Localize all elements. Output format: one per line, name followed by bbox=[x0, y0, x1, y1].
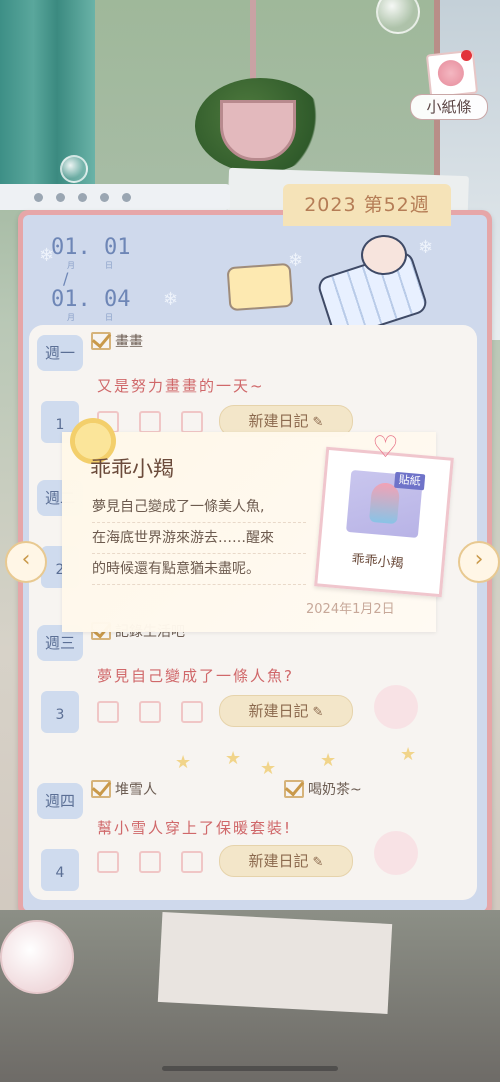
empty-box[interactable] bbox=[97, 851, 119, 873]
mood-boxes bbox=[97, 701, 203, 723]
popup-body-line: 夢見自己變成了一條美人魚, bbox=[92, 492, 306, 523]
sticker-card[interactable]: 貼紙 乖乖小羯 bbox=[314, 446, 454, 598]
next-page-button[interactable]: › bbox=[458, 541, 500, 583]
empty-box[interactable] bbox=[139, 411, 161, 433]
day-label: 週一 bbox=[37, 335, 83, 371]
pink-circle-decoration bbox=[374, 685, 418, 729]
notification-dot bbox=[461, 50, 472, 61]
heart-icon: ♡ bbox=[372, 430, 399, 465]
note-button[interactable]: 小紙條 bbox=[410, 48, 488, 122]
empty-box[interactable] bbox=[181, 851, 203, 873]
star-icon: ★ bbox=[400, 744, 417, 765]
new-diary-button[interactable]: 新建日記 ✎ bbox=[219, 695, 353, 727]
date-separator: / bbox=[63, 269, 69, 288]
chevron-right-icon: › bbox=[474, 547, 484, 572]
ring-binder-strip bbox=[0, 184, 230, 210]
task-label: 畫畫 bbox=[115, 334, 143, 350]
day-label: 週四 bbox=[37, 783, 83, 819]
ring-hole bbox=[34, 193, 43, 202]
star-string-decoration: ★ ★ ★ ★ ★ bbox=[40, 744, 440, 784]
popup-body-line: 在海底世界游來游去……醒來 bbox=[92, 523, 306, 554]
empty-box[interactable] bbox=[181, 701, 203, 723]
prev-page-button[interactable]: ‹ bbox=[5, 541, 47, 583]
day-tab[interactable]: 週四 4 bbox=[37, 781, 83, 907]
day-label: 日 bbox=[105, 313, 113, 322]
date-start: 01. 01 bbox=[51, 235, 131, 260]
day-tab[interactable]: 週三 3 bbox=[37, 623, 83, 749]
date-range: 01. 01 月 日 / 01. 04 月 日 bbox=[51, 235, 141, 323]
new-diary-button[interactable]: 新建日記 ✎ bbox=[219, 845, 353, 877]
new-diary-label: 新建日記 bbox=[248, 852, 309, 870]
ring-hole bbox=[100, 193, 109, 202]
date-end: 01. 04 bbox=[51, 287, 131, 312]
diary-entry-text[interactable]: 又是努力畫畫的一天~ bbox=[97, 375, 265, 396]
head-shape bbox=[361, 235, 407, 275]
star-icon: ★ bbox=[320, 750, 337, 771]
mood-boxes bbox=[97, 851, 203, 873]
empty-box[interactable] bbox=[181, 411, 203, 433]
paw-charm-icon bbox=[0, 920, 74, 994]
popup-title: 乖乖小羯 bbox=[90, 457, 174, 481]
plant-pot bbox=[220, 100, 296, 161]
sticker-name: 乖乖小羯 bbox=[350, 552, 405, 572]
week-tab: 2023 第52週 bbox=[283, 184, 451, 226]
snowflake-icon: ❄ bbox=[39, 245, 55, 266]
diary-entry-text[interactable]: 夢見自己變成了一條人魚? bbox=[97, 665, 294, 686]
chevron-left-icon: ‹ bbox=[21, 547, 31, 572]
paper-decoration bbox=[157, 912, 393, 1014]
checkbox-icon bbox=[91, 332, 111, 350]
popup-body: 夢見自己變成了一條美人魚, 在海底世界游來游去……醒來 的時候還有點意猶未盡呢。 bbox=[92, 492, 306, 585]
popup-date: 2024年1月2日 bbox=[306, 602, 395, 617]
popup-body-line: 的時候還有點意猶未盡呢。 bbox=[92, 554, 306, 585]
note-button-label: 小紙條 bbox=[410, 94, 488, 120]
sticker-tag: 貼紙 bbox=[394, 471, 426, 491]
day-row-wednesday: 週三 3 記錄生活吧 夢見自己變成了一條人魚? 新建日記 ✎ bbox=[29, 615, 477, 760]
day-row-thursday: 週四 4 堆雪人 喝奶茶~ 幫小雪人穿上了保暖套裝! 新建日記 ✎ bbox=[29, 773, 477, 911]
new-diary-label: 新建日記 bbox=[248, 412, 309, 430]
edit-pen-icon: ✎ bbox=[312, 705, 324, 720]
edit-pen-icon: ✎ bbox=[312, 855, 324, 870]
sleeping-girl-sticker-icon bbox=[315, 235, 433, 341]
day-number: 3 bbox=[41, 691, 79, 733]
month-label: 月 bbox=[67, 313, 75, 322]
empty-box[interactable] bbox=[139, 701, 161, 723]
diary-entry-text[interactable]: 幫小雪人穿上了保暖套裝! bbox=[97, 817, 292, 838]
ring-hole bbox=[122, 193, 131, 202]
new-diary-label: 新建日記 bbox=[248, 702, 309, 720]
bear-sticker-icon bbox=[226, 262, 294, 312]
bubble-decoration bbox=[60, 155, 88, 183]
snowflake-icon: ❄ bbox=[163, 289, 179, 310]
day-label: 日 bbox=[105, 261, 113, 270]
day-number: 4 bbox=[41, 849, 79, 891]
date-end-sub: 月 日 bbox=[51, 312, 141, 323]
empty-box[interactable] bbox=[97, 701, 119, 723]
pink-circle-decoration bbox=[374, 831, 418, 875]
task-item[interactable]: 畫畫 bbox=[91, 331, 143, 351]
ring-hole bbox=[56, 193, 65, 202]
star-icon: ★ bbox=[175, 752, 192, 773]
home-indicator bbox=[162, 1066, 338, 1071]
star-icon: ★ bbox=[225, 748, 242, 769]
star-icon: ★ bbox=[260, 758, 277, 779]
plant-hanger bbox=[250, 0, 256, 80]
empty-box[interactable] bbox=[139, 851, 161, 873]
month-label: 月 bbox=[67, 261, 75, 270]
ring-hole bbox=[78, 193, 87, 202]
edit-pen-icon: ✎ bbox=[312, 415, 324, 430]
bubble-decoration bbox=[376, 0, 420, 34]
